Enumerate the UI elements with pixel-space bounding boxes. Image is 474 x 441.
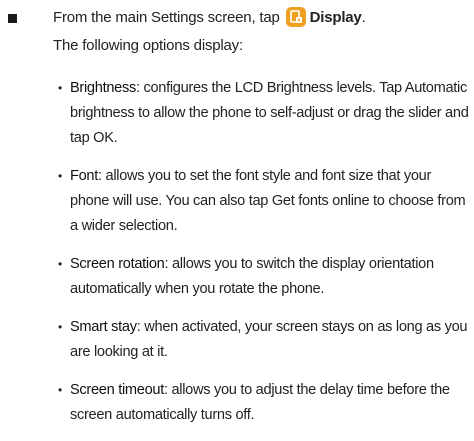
step-line: From the main Settings screen, tap Displ… <box>53 4 468 32</box>
follow-text: The following options display: <box>53 37 243 54</box>
option-term: Smart stay <box>70 319 137 335</box>
step-instruction: From the main Settings screen, tap Displ… <box>53 4 468 60</box>
display-label: Display <box>309 9 362 26</box>
option-term: Brightness <box>70 80 136 96</box>
list-item: • Brightness: configures the LCD Brightne… <box>58 76 470 151</box>
list-item: • Smart stay: when activated, your screen… <box>58 315 470 365</box>
bullet-dot: • <box>58 169 62 183</box>
options-list: • Brightness: configures the LCD Brightne… <box>58 76 470 441</box>
option-description: : allows you to set the font style and f… <box>70 168 466 234</box>
display-settings-icon <box>285 7 306 27</box>
manual-page: From the main Settings screen, tap Displ… <box>0 0 474 431</box>
list-item: • Screen rotation: allows you to switch t… <box>58 252 470 302</box>
option-term: Font <box>70 168 99 184</box>
option-term: Screen rotation <box>70 256 165 272</box>
list-item: • Font: allows you to set the font style … <box>58 164 470 239</box>
bullet-dot: • <box>58 81 62 95</box>
bullet-dot: • <box>58 257 62 271</box>
square-bullet-icon <box>8 14 17 23</box>
bullet-dot: • <box>58 320 62 334</box>
list-item: • Screen timeout: allows you to adjust th… <box>58 378 470 428</box>
bullet-dot: • <box>58 383 62 397</box>
step-period: . <box>361 9 366 26</box>
step-text: From the main Settings screen, tap <box>53 9 280 26</box>
option-term: Screen timeout <box>70 382 164 398</box>
